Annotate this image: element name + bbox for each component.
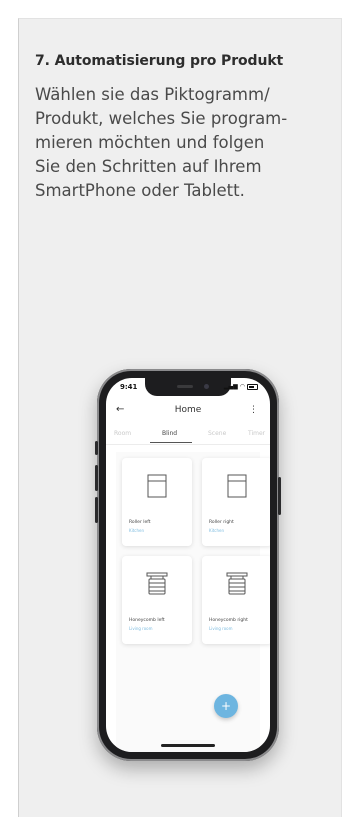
body-line: Sie den Schritten auf Ihrem	[35, 157, 262, 176]
tab-room[interactable]: Room	[114, 430, 131, 437]
app-bar: ← Home ⋮	[106, 402, 270, 422]
device-card-honeycomb-left[interactable]: Honeycomb left Living room	[122, 556, 192, 644]
more-vertical-icon[interactable]: ⋮	[249, 405, 258, 415]
body-line: Wählen sie das Piktogramm/	[35, 85, 270, 104]
section-body: Wählen sie das Piktogramm/ Produkt, welc…	[35, 83, 331, 203]
body-line: SmartPhone oder Tablett.	[35, 181, 245, 200]
status-time: 9:41	[120, 383, 138, 391]
device-name: Honeycomb left	[129, 618, 165, 623]
tab-timer[interactable]: Timer	[248, 430, 265, 437]
device-room: Kitchen	[129, 528, 145, 533]
device-room: Kitchen	[209, 528, 225, 533]
signal-icon: ▂▄▆	[223, 383, 238, 390]
roller-blind-icon	[147, 474, 167, 498]
body-line: Produkt, welches Sie program-	[35, 109, 288, 128]
device-name: Roller left	[129, 520, 151, 525]
device-room: Living room	[129, 626, 153, 631]
active-tab-indicator	[150, 442, 192, 443]
battery-icon	[247, 383, 258, 390]
instruction-panel: 7. Automatisierung pro Produkt Wählen si…	[18, 18, 342, 817]
body-line: mieren möchten und folgen	[35, 133, 265, 152]
tab-blind[interactable]: Blind	[162, 430, 177, 437]
smartphone-mockup: 9:41 ▂▄▆ ◠ ← Home ⋮ Room Blind Scene Tim…	[95, 369, 281, 761]
device-card-roller-right[interactable]: Roller right Kitchen	[202, 458, 270, 546]
device-grid: Roller left Kitchen Roller right Kitchen	[116, 452, 270, 752]
power-button	[278, 477, 281, 515]
device-room: Living room	[209, 626, 233, 631]
phone-notch	[145, 378, 231, 396]
speaker-grille	[177, 385, 193, 388]
add-device-button[interactable]: +	[214, 694, 238, 718]
phone-screen: 9:41 ▂▄▆ ◠ ← Home ⋮ Room Blind Scene Tim…	[106, 378, 270, 752]
wifi-icon: ◠	[239, 383, 245, 390]
camera-icon	[204, 384, 209, 389]
device-card-roller-left[interactable]: Roller left Kitchen	[122, 458, 192, 546]
roller-blind-icon	[227, 474, 247, 498]
device-name: Roller right	[209, 520, 234, 525]
app-title: Home	[174, 405, 202, 415]
volume-down-button	[95, 497, 98, 523]
status-icons: ▂▄▆ ◠	[224, 383, 258, 390]
volume-up-button	[95, 465, 98, 491]
home-indicator	[161, 744, 215, 747]
device-card-honeycomb-right[interactable]: Honeycomb right Living room	[202, 556, 270, 644]
mute-switch	[95, 441, 98, 455]
honeycomb-blind-icon	[146, 572, 168, 595]
tab-scene[interactable]: Scene	[208, 430, 226, 437]
honeycomb-blind-icon	[226, 572, 248, 595]
section-heading: 7. Automatisierung pro Produkt	[35, 53, 284, 69]
device-name: Honeycomb right	[209, 618, 248, 623]
tab-bar: Room Blind Scene Timer	[106, 426, 270, 445]
